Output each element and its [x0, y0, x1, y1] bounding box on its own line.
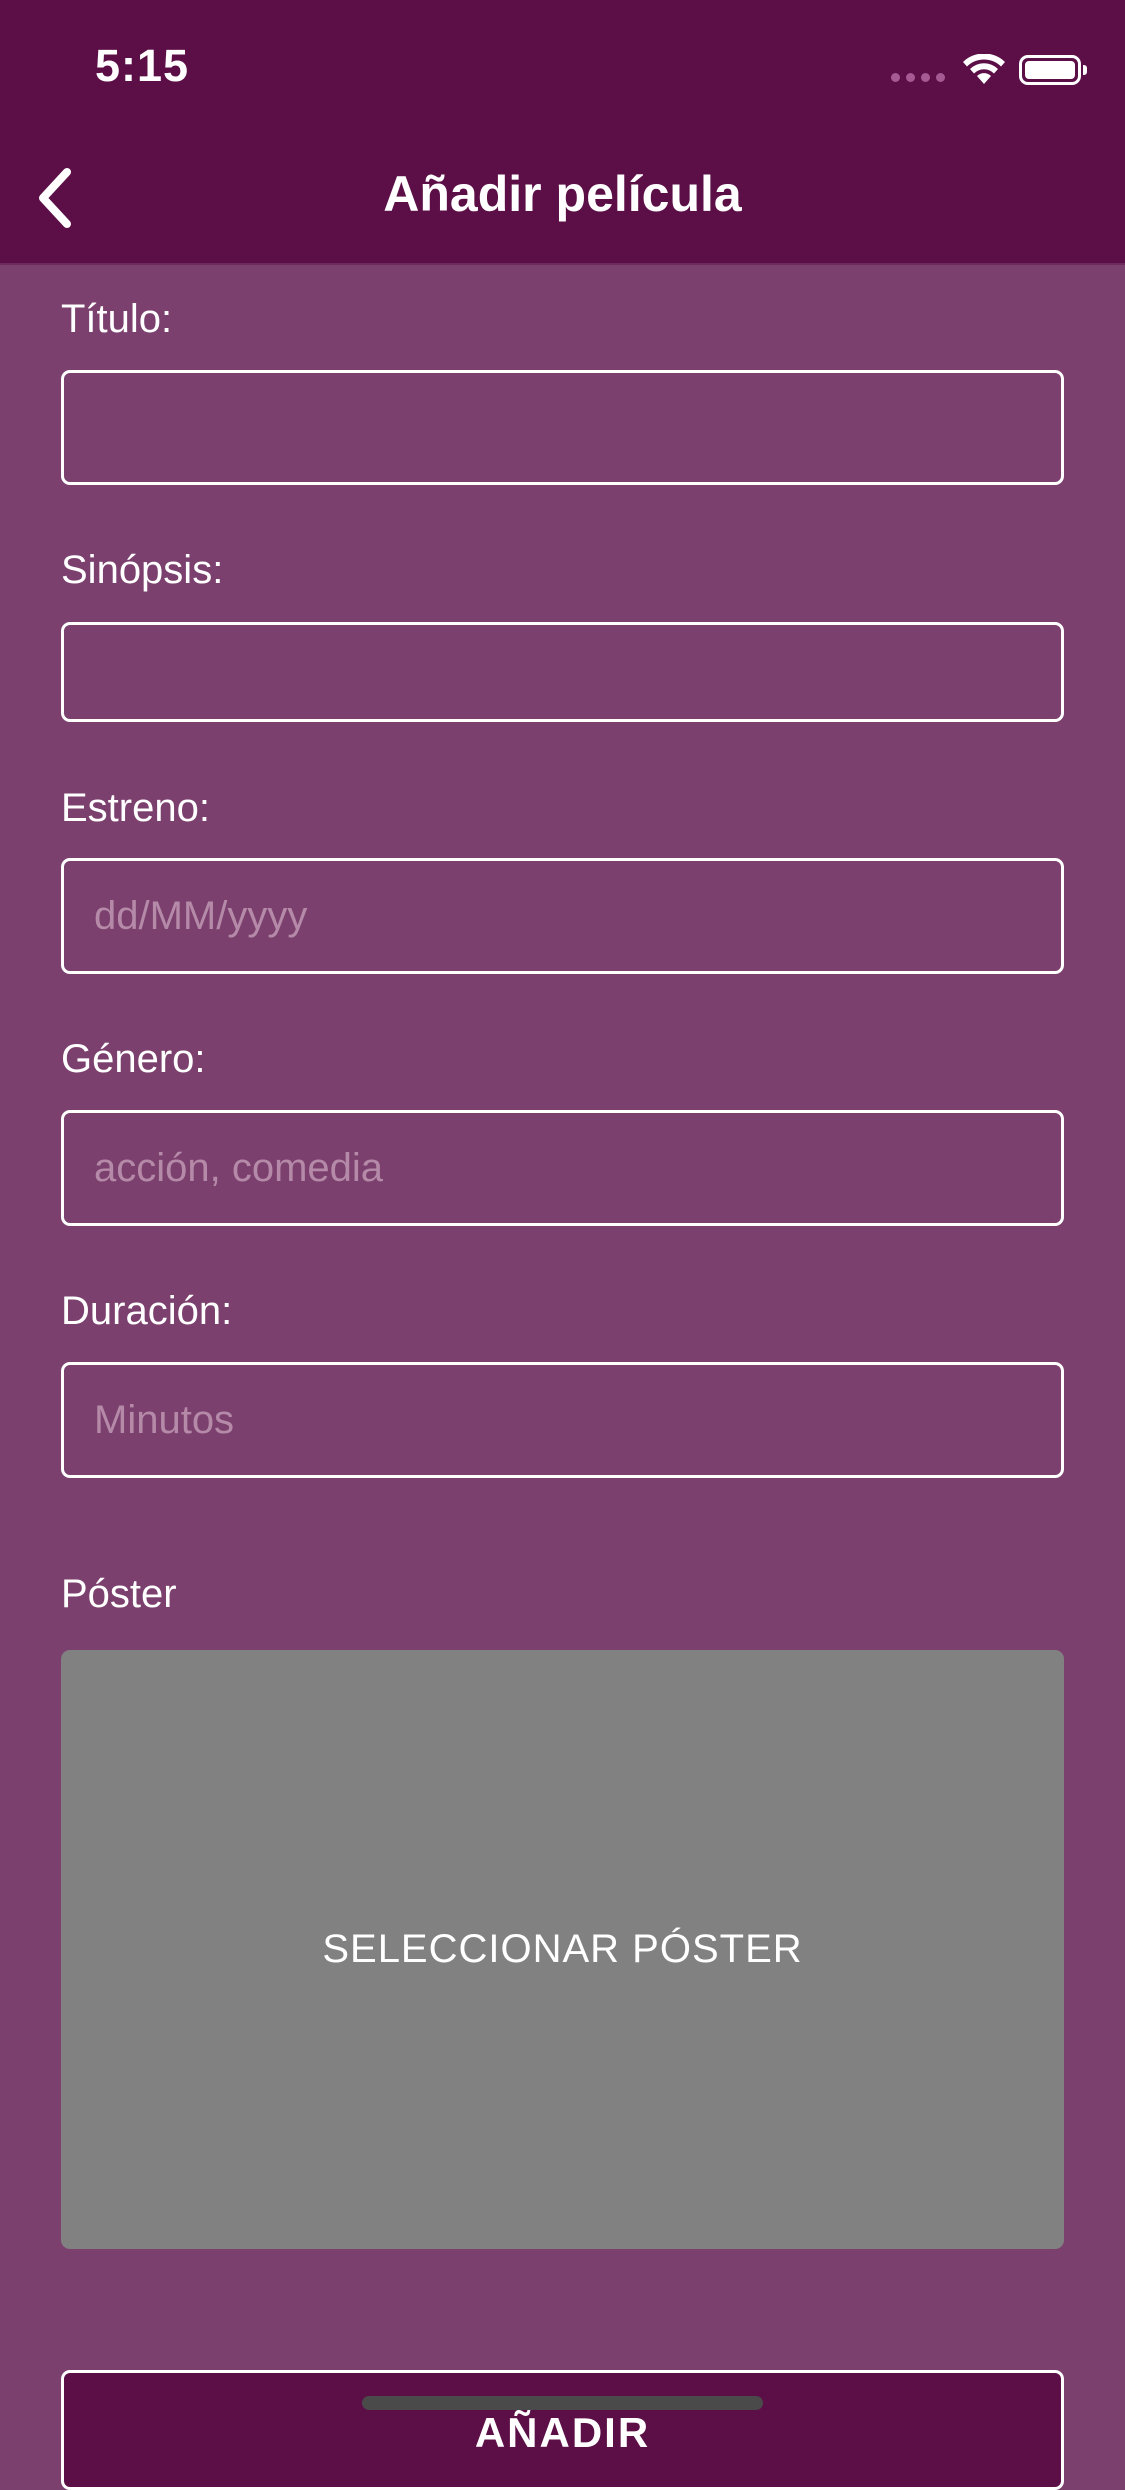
synopsis-input[interactable]: [61, 622, 1064, 722]
cellular-signal-icon: [891, 72, 945, 82]
genre-input[interactable]: [61, 1110, 1064, 1226]
add-movie-label: AÑADIR: [474, 2409, 651, 2456]
add-movie-button[interactable]: AÑADIR: [61, 2370, 1064, 2490]
select-poster-label: SELECCIONAR PÓSTER: [322, 1927, 803, 1971]
wifi-icon: [963, 54, 1005, 84]
home-indicator[interactable]: [362, 2396, 763, 2410]
duration-input[interactable]: [61, 1362, 1064, 1478]
status-time: 5:15: [95, 40, 190, 91]
battery-icon: [1019, 55, 1087, 85]
navigation-header: 5:15 Añadir película: [0, 0, 1125, 265]
title-label: Título:: [61, 297, 173, 341]
genre-label: Género:: [61, 1037, 206, 1081]
synopsis-label: Sinópsis:: [61, 548, 224, 592]
poster-label: Póster: [61, 1572, 177, 1616]
page-title: Añadir película: [383, 166, 742, 222]
duration-label: Duración:: [61, 1289, 233, 1333]
title-input[interactable]: [61, 370, 1064, 485]
release-date-input[interactable]: [61, 858, 1064, 974]
status-icons: [891, 48, 1087, 92]
select-poster-button[interactable]: SELECCIONAR PÓSTER: [61, 1650, 1064, 2249]
release-date-label: Estreno:: [61, 786, 210, 830]
